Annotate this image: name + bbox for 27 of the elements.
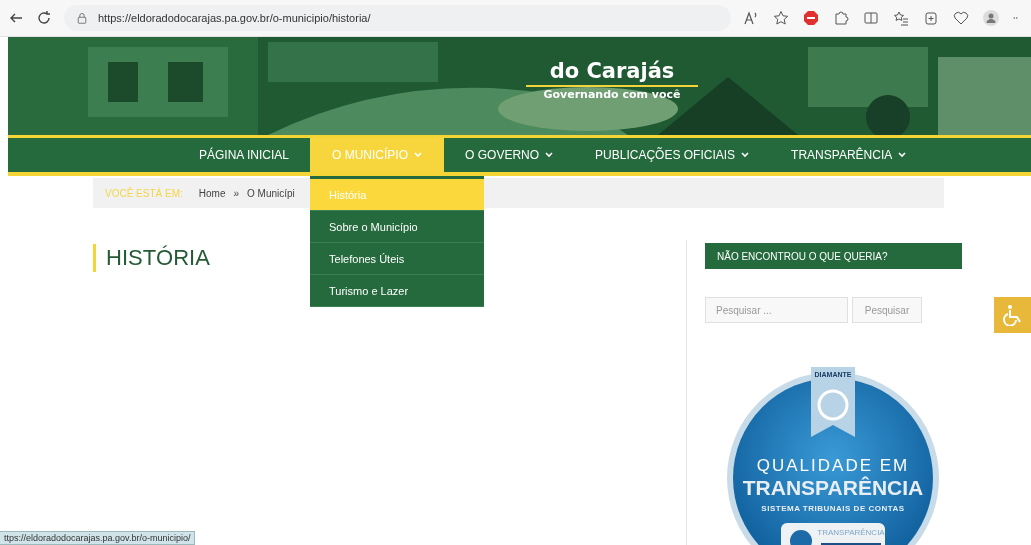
status-url: ttps://eldoradodocarajas.pa.gov.br/o-municipio/ [0, 531, 196, 545]
split-screen-icon[interactable] [863, 10, 879, 26]
sidebar-heading: NÃO ENCONTROU O QUE QUERIA? [705, 243, 962, 269]
collections-icon[interactable] [923, 10, 939, 26]
url-text: https://eldoradodocarajas.pa.gov.br/o-municipio/historia/ [98, 12, 371, 24]
refresh-icon[interactable] [36, 10, 52, 26]
breadcrumb-link[interactable]: O Municípi [247, 187, 295, 199]
heart-icon[interactable] [953, 10, 969, 26]
nav-item[interactable]: PÁGINA INICIAL [178, 138, 311, 172]
lock-icon [76, 12, 88, 24]
breadcrumb-link[interactable]: Home [198, 187, 226, 199]
logo-tagline: Governando com você [543, 87, 681, 103]
favorites-icon[interactable] [893, 10, 909, 26]
read-aloud-icon[interactable] [743, 10, 759, 26]
breadcrumb-separator: » [233, 187, 240, 199]
puzzle-icon[interactable] [833, 10, 849, 26]
nav-item[interactable]: PUBLICAÇÕES OFICIAIS [574, 138, 771, 172]
logo-subtitle: do Carajás [525, 59, 699, 87]
stop-sign-icon[interactable] [803, 10, 819, 26]
wheelchair-icon [1001, 304, 1024, 326]
nav-item[interactable]: O GOVERNO [444, 138, 575, 172]
breadcrumb-label: VOCÊ ESTÁ EM: [105, 187, 183, 199]
nav-item[interactable]: TRANSPARÊNCIA [770, 138, 928, 172]
profile-icon[interactable] [983, 10, 999, 26]
address-bar[interactable]: https://eldoradodocarajas.pa.gov.br/o-municipio/historia/ [64, 5, 731, 31]
star-icon[interactable] [773, 10, 789, 26]
search-field[interactable]: Pesquisar ... [705, 297, 848, 323]
